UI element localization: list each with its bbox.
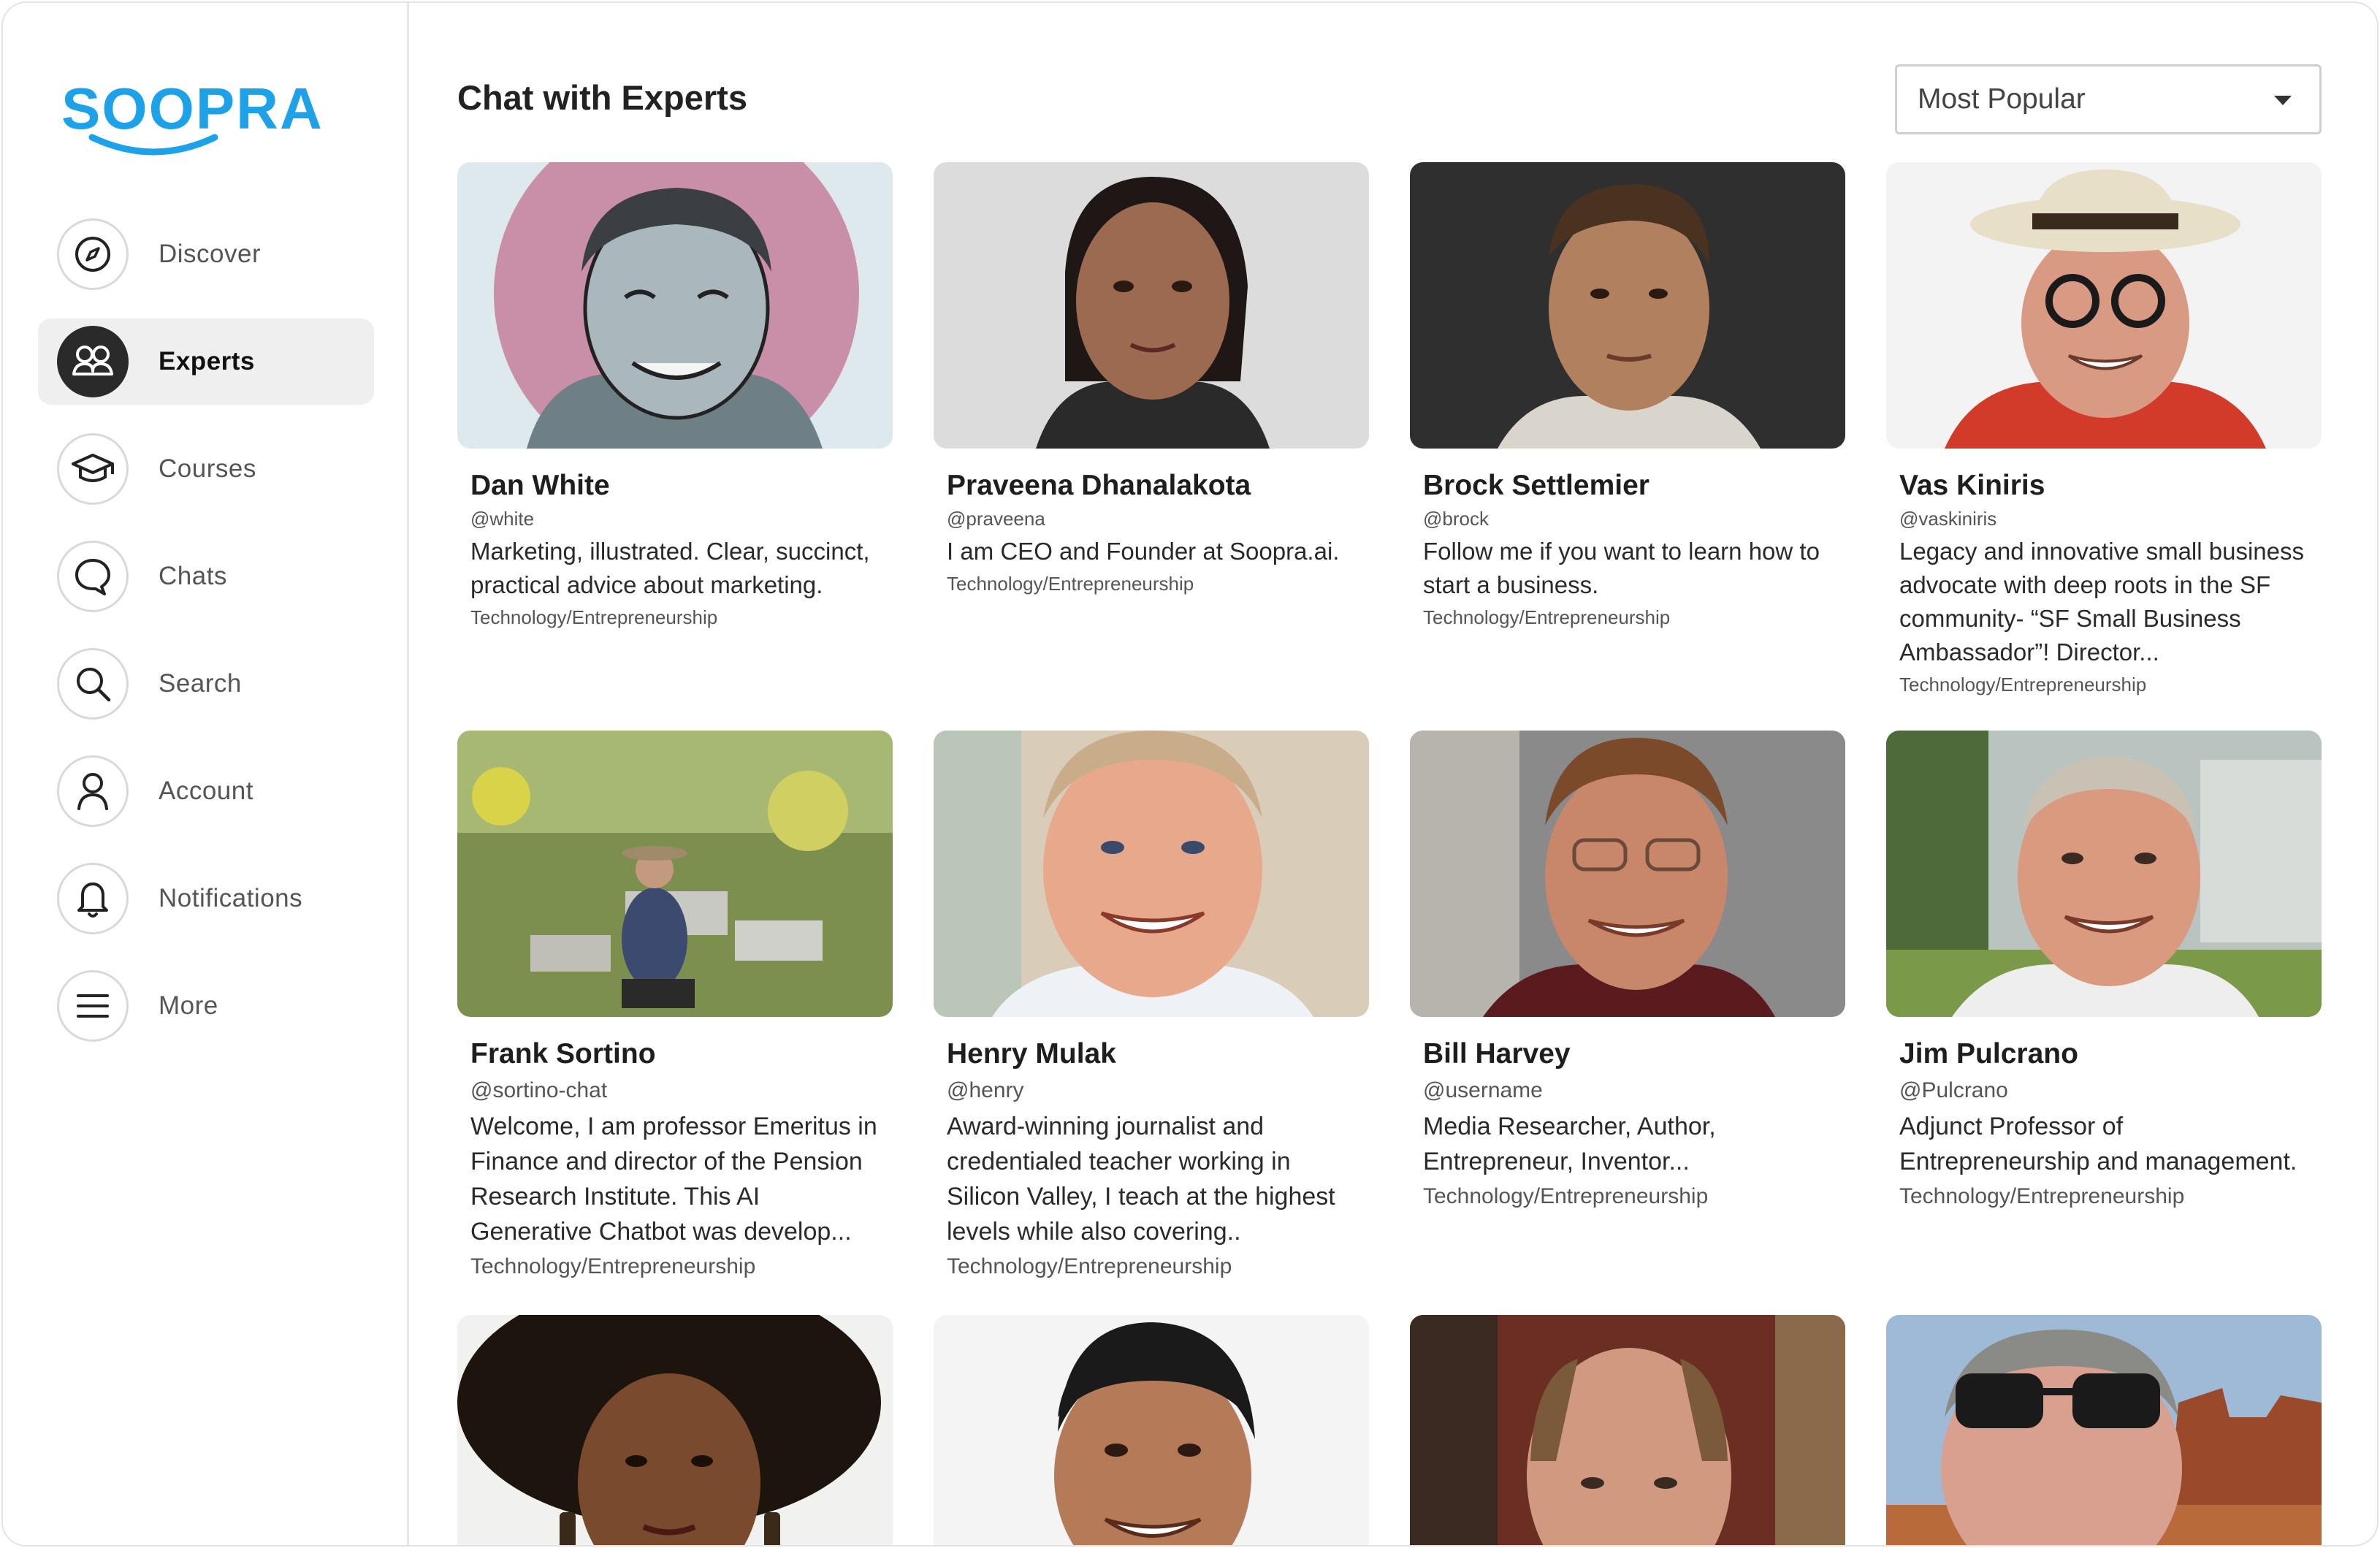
expert-card[interactable] bbox=[934, 1315, 1369, 1545]
expert-description: Follow me if you want to learn how to st… bbox=[1423, 538, 1820, 598]
expert-photo bbox=[934, 731, 1369, 1017]
expert-handle: @brock bbox=[1423, 508, 1489, 530]
expert-category: Technology/Entrepreneurship bbox=[947, 1254, 1232, 1278]
expert-category: Technology/Entrepreneurship bbox=[1423, 1184, 1709, 1208]
expert-description: Adjunct Professor of Entrepreneurship an… bbox=[1899, 1113, 2297, 1175]
expert-category: Technology/Entrepreneurship bbox=[1423, 606, 1671, 628]
expert-card[interactable] bbox=[457, 1315, 893, 1545]
chat-bubble-icon bbox=[57, 541, 129, 612]
sidebar: SOOPRA Discover Experts Courses Chats Se… bbox=[3, 3, 409, 1545]
expert-photo bbox=[457, 1315, 893, 1545]
expert-card[interactable]: Henry Mulak @henry Award-winning journal… bbox=[934, 731, 1369, 1315]
expert-photo bbox=[1886, 162, 2322, 449]
expert-handle: @henry bbox=[947, 1078, 1024, 1102]
expert-handle: @Pulcrano bbox=[1899, 1078, 2008, 1102]
sidebar-item-chats[interactable]: Chats bbox=[38, 533, 374, 619]
sidebar-item-experts[interactable]: Experts bbox=[38, 319, 374, 405]
expert-description: Award-winning journalist and credentiale… bbox=[947, 1113, 1335, 1246]
expert-description: Marketing, illustrated. Clear, succinct,… bbox=[470, 538, 870, 598]
expert-name: Vas Kiniris bbox=[1899, 470, 2045, 501]
expert-photo bbox=[934, 162, 1369, 449]
sidebar-item-label: Notifications bbox=[159, 884, 303, 912]
expert-name: Frank Sortino bbox=[470, 1038, 656, 1070]
expert-name: Praveena Dhanalakota bbox=[947, 470, 1251, 501]
soopra-logo[interactable]: SOOPRA bbox=[61, 76, 322, 156]
expert-photo bbox=[457, 162, 893, 449]
expert-description: Media Researcher, Author, Entrepreneur, … bbox=[1423, 1113, 1716, 1175]
logo-smile-icon bbox=[88, 134, 218, 156]
main-content: Chat with Experts Most Popular Dan White… bbox=[409, 3, 2377, 1545]
sidebar-nav: Discover Experts Courses Chats Search Ac… bbox=[38, 211, 374, 1070]
expert-category: Technology/Entrepreneurship bbox=[470, 1254, 756, 1278]
sidebar-item-account[interactable]: Account bbox=[38, 748, 374, 834]
expert-category: Technology/Entrepreneurship bbox=[470, 606, 718, 628]
expert-photo bbox=[1410, 1315, 1845, 1545]
expert-photo bbox=[1410, 162, 1845, 449]
expert-card[interactable]: Dan White @white Marketing, illustrated.… bbox=[457, 162, 893, 731]
logo-text: SOOPRA bbox=[61, 76, 324, 141]
sidebar-item-label: More bbox=[159, 991, 218, 1020]
expert-category: Technology/Entrepreneurship bbox=[947, 573, 1194, 595]
sidebar-item-more[interactable]: More bbox=[38, 963, 374, 1049]
expert-photo bbox=[457, 731, 893, 1017]
expert-category: Technology/Entrepreneurship bbox=[1899, 674, 2147, 695]
page-title: Chat with Experts bbox=[457, 78, 747, 117]
expert-category: Technology/Entrepreneurship bbox=[1899, 1184, 2185, 1208]
expert-name: Dan White bbox=[470, 470, 610, 501]
sidebar-item-notifications[interactable]: Notifications bbox=[38, 855, 374, 942]
sidebar-item-label: Experts bbox=[159, 347, 255, 375]
chevron-down-icon bbox=[2274, 96, 2292, 105]
expert-handle: @praveena bbox=[947, 508, 1045, 530]
expert-card[interactable]: Frank Sortino @sortino-chat Welcome, I a… bbox=[457, 731, 893, 1315]
expert-handle: @white bbox=[470, 508, 535, 530]
expert-card[interactable]: Praveena Dhanalakota @praveena I am CEO … bbox=[934, 162, 1369, 731]
expert-handle: @vaskiniris bbox=[1899, 508, 1997, 530]
expert-description: Legacy and innovative small business adv… bbox=[1899, 538, 2304, 666]
sidebar-item-courses[interactable]: Courses bbox=[38, 426, 374, 512]
sidebar-item-label: Courses bbox=[159, 454, 256, 483]
expert-description: Welcome, I am professor Emeritus in Fina… bbox=[470, 1113, 877, 1246]
experts-grid: Dan White @white Marketing, illustrated.… bbox=[457, 162, 2322, 1545]
expert-photo bbox=[1886, 731, 2322, 1017]
graduation-cap-icon bbox=[57, 433, 129, 505]
user-icon bbox=[57, 755, 129, 827]
expert-card[interactable]: Bill Harvey @username Media Researcher, … bbox=[1410, 731, 1845, 1315]
search-icon bbox=[57, 648, 129, 720]
people-icon bbox=[57, 326, 129, 397]
menu-icon bbox=[57, 970, 129, 1042]
sort-dropdown[interactable]: Most Popular bbox=[1895, 64, 2322, 134]
expert-card[interactable]: Vas Kiniris @vaskiniris Legacy and innov… bbox=[1886, 162, 2322, 731]
expert-card[interactable] bbox=[1886, 1315, 2322, 1545]
expert-name: Jim Pulcrano bbox=[1899, 1038, 2078, 1070]
sort-selected-value: Most Popular bbox=[1918, 83, 2086, 115]
compass-icon bbox=[57, 218, 129, 290]
expert-handle: @sortino-chat bbox=[470, 1078, 608, 1102]
expert-name: Henry Mulak bbox=[947, 1038, 1116, 1070]
expert-card[interactable]: Brock Settlemier @brock Follow me if you… bbox=[1410, 162, 1845, 731]
sidebar-item-label: Discover bbox=[159, 240, 262, 268]
sidebar-item-label: Account bbox=[159, 777, 253, 805]
expert-description: I am CEO and Founder at Soopra.ai. bbox=[947, 538, 1340, 565]
expert-photo bbox=[1886, 1315, 2322, 1545]
expert-photo bbox=[1410, 731, 1845, 1017]
bell-icon bbox=[57, 863, 129, 934]
sidebar-item-label: Search bbox=[159, 669, 242, 698]
app-window: SOOPRA Discover Experts Courses Chats Se… bbox=[1, 1, 2379, 1547]
sidebar-item-label: Chats bbox=[159, 562, 227, 590]
expert-card[interactable] bbox=[1410, 1315, 1845, 1545]
expert-card[interactable]: Jim Pulcrano @Pulcrano Adjunct Professor… bbox=[1886, 731, 2322, 1315]
expert-photo bbox=[934, 1315, 1369, 1545]
sidebar-item-discover[interactable]: Discover bbox=[38, 211, 374, 297]
expert-handle: @username bbox=[1423, 1078, 1543, 1102]
sidebar-item-search[interactable]: Search bbox=[38, 641, 374, 727]
expert-name: Brock Settlemier bbox=[1423, 470, 1649, 501]
expert-name: Bill Harvey bbox=[1423, 1038, 1571, 1070]
